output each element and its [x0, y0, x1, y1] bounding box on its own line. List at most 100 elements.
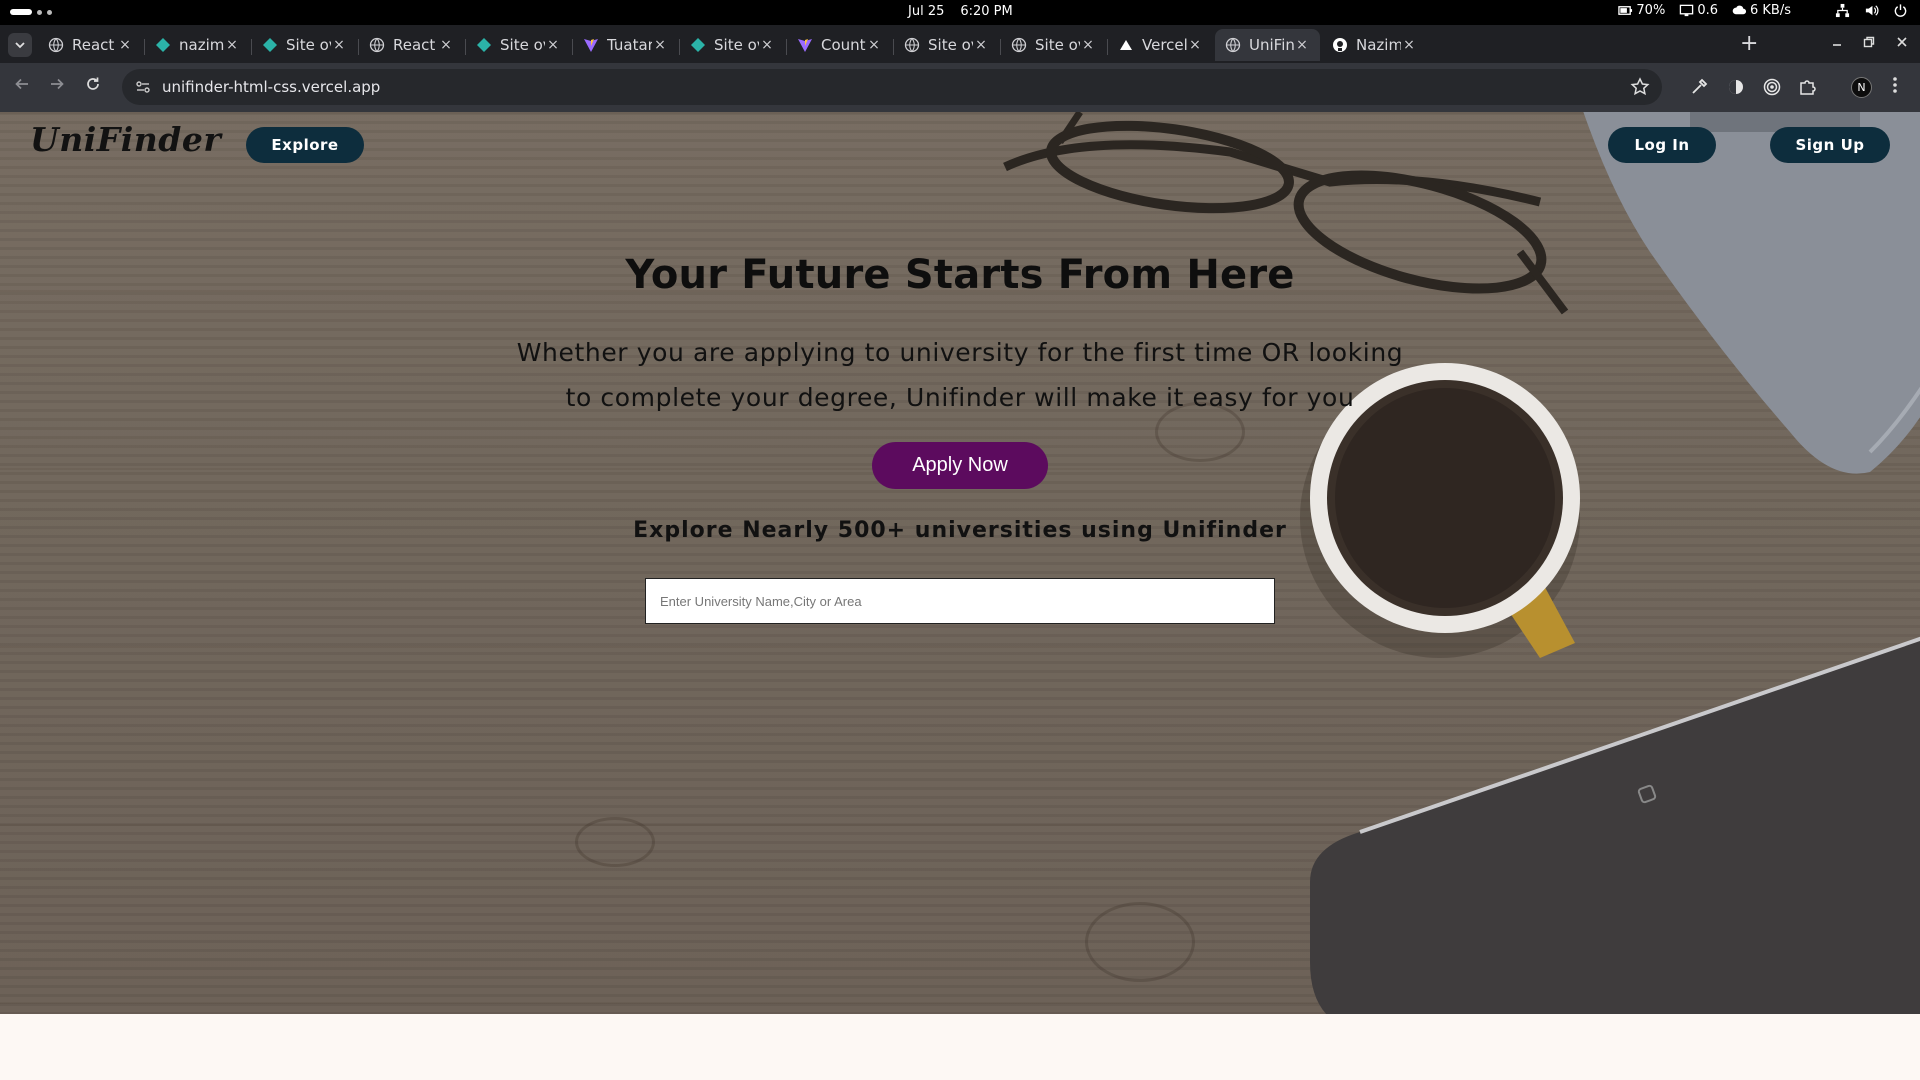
globe-icon: [1011, 37, 1027, 53]
globe-icon: [369, 37, 385, 53]
browser-tab[interactable]: Vercel ×: [1108, 29, 1213, 61]
hero-headline: Your Future Starts From Here: [625, 252, 1295, 298]
clock[interactable]: Jul 25 6:20 PM: [908, 4, 1013, 19]
university-search-input[interactable]: [645, 578, 1275, 624]
cpu-indicator[interactable]: 0.6: [1679, 3, 1718, 18]
tab-close-button[interactable]: ×: [1401, 37, 1417, 53]
tab-close-button[interactable]: ×: [438, 37, 454, 53]
back-button[interactable]: [11, 76, 33, 98]
login-button[interactable]: Log In: [1608, 127, 1716, 163]
date-text: Jul 25: [908, 4, 945, 19]
netlify-icon: [476, 37, 492, 53]
hero-subtext-line-2: to complete your degree, Unifinder will …: [565, 383, 1355, 412]
volume-icon: [1865, 5, 1879, 16]
tab-separator: [893, 39, 894, 55]
restore-button[interactable]: [1862, 35, 1876, 53]
power-menu[interactable]: [1893, 3, 1908, 18]
tab-close-button[interactable]: ×: [1294, 37, 1310, 53]
netlify-icon: [690, 37, 706, 53]
power-icon: [1894, 4, 1907, 17]
network-text: 6 KB/s: [1750, 3, 1791, 18]
tab-close-button[interactable]: ×: [545, 37, 561, 53]
browser-toolbar: unifinder-html-css.vercel.app N: [0, 63, 1920, 112]
explore-button[interactable]: Explore: [246, 127, 364, 163]
globe-icon: [48, 37, 64, 53]
apply-now-button[interactable]: Apply Now: [872, 442, 1048, 489]
os-top-bar: Jul 25 6:20 PM 70% 0.6 6 KB/s: [0, 0, 1920, 25]
address-bar[interactable]: unifinder-html-css.vercel.app: [122, 69, 1662, 105]
browser-tab[interactable]: React Po×: [38, 29, 143, 61]
tab-separator: [251, 39, 252, 55]
network-status[interactable]: [1835, 3, 1850, 18]
system-tray: 70% 0.6 6 KB/s: [1618, 3, 1908, 18]
browser-tab[interactable]: Country×: [787, 29, 892, 61]
github-icon: [1332, 37, 1348, 53]
new-tab-button[interactable]: +: [1740, 33, 1758, 55]
browser-tab[interactable]: Site over×: [252, 29, 357, 61]
tab-close-button[interactable]: ×: [331, 37, 347, 53]
network-icon: [1835, 3, 1850, 18]
network-indicator[interactable]: 6 KB/s: [1732, 3, 1791, 18]
tab-close-button[interactable]: ×: [224, 37, 240, 53]
eyedropper-extension-icon[interactable]: [1689, 77, 1709, 97]
profile-avatar[interactable]: N: [1851, 77, 1872, 98]
cloud-icon: [1732, 5, 1747, 15]
browser-tab[interactable]: Nazim62×: [1322, 29, 1427, 61]
tab-title: Site over: [500, 36, 545, 54]
close-icon: [1897, 37, 1907, 47]
signup-button[interactable]: Sign Up: [1770, 127, 1890, 163]
tab-title: Vercel: [1142, 36, 1187, 54]
browser-menu-button[interactable]: [1892, 76, 1898, 99]
browser-tab[interactable]: Site over×: [680, 29, 785, 61]
browser-tab[interactable]: React Po×: [359, 29, 464, 61]
volume-control[interactable]: [1864, 3, 1879, 18]
browser-tab[interactable]: Site over×: [466, 29, 571, 61]
close-window-button[interactable]: [1895, 35, 1909, 53]
minimize-icon: [1833, 44, 1841, 46]
tab-separator: [465, 39, 466, 55]
tab-title: Site over: [928, 36, 973, 54]
monitor-icon: [1680, 4, 1694, 17]
tab-close-button[interactable]: ×: [652, 37, 668, 53]
tab-close-button[interactable]: ×: [759, 37, 775, 53]
browser-tab[interactable]: nazimud×: [145, 29, 250, 61]
wood-knot-decoration: [1085, 902, 1195, 982]
page-footer-area: [0, 1014, 1920, 1080]
tab-close-button[interactable]: ×: [973, 37, 989, 53]
globe-icon: [1225, 37, 1241, 53]
browser-tab[interactable]: Tuatara×: [573, 29, 678, 61]
vercel-icon: [1118, 37, 1134, 53]
site-info-icon[interactable]: [134, 78, 152, 96]
browser-tab[interactable]: Site over×: [1001, 29, 1106, 61]
dark-mode-extension-icon[interactable]: [1726, 77, 1746, 97]
tab-close-button[interactable]: ×: [1187, 37, 1203, 53]
browser-tab[interactable]: UniFinde×: [1215, 29, 1320, 61]
tab-title: UniFinde: [1249, 36, 1294, 54]
tab-title: Site over: [286, 36, 331, 54]
tab-title: Tuatara: [607, 36, 652, 54]
battery-indicator[interactable]: 70%: [1618, 3, 1665, 18]
tab-close-button[interactable]: ×: [866, 37, 882, 53]
tab-search-button[interactable]: [8, 33, 32, 57]
tab-close-button[interactable]: ×: [117, 37, 133, 53]
tab-title: Site over: [714, 36, 759, 54]
reload-button[interactable]: [82, 76, 104, 98]
extensions-puzzle-icon[interactable]: [1798, 77, 1818, 97]
tab-separator: [786, 39, 787, 55]
netlify-icon: [155, 37, 171, 53]
bookmark-star-icon[interactable]: [1630, 77, 1650, 97]
minimize-button[interactable]: [1830, 35, 1844, 53]
unifinder-logo[interactable]: UniFinder: [30, 120, 221, 159]
arrow-left-icon: [15, 78, 28, 90]
forward-button[interactable]: [46, 76, 68, 98]
browser-tab[interactable]: Site over×: [894, 29, 999, 61]
tab-separator: [358, 39, 359, 55]
workspace-indicator[interactable]: [10, 9, 52, 15]
tab-close-button[interactable]: ×: [1080, 37, 1096, 53]
time-text: 6:20 PM: [960, 4, 1013, 19]
target-extension-icon[interactable]: [1762, 77, 1782, 97]
battery-icon: [1618, 6, 1633, 15]
arrow-right-icon: [51, 78, 64, 90]
tab-title: Site over: [1035, 36, 1080, 54]
tab-title: React Po: [72, 36, 117, 54]
